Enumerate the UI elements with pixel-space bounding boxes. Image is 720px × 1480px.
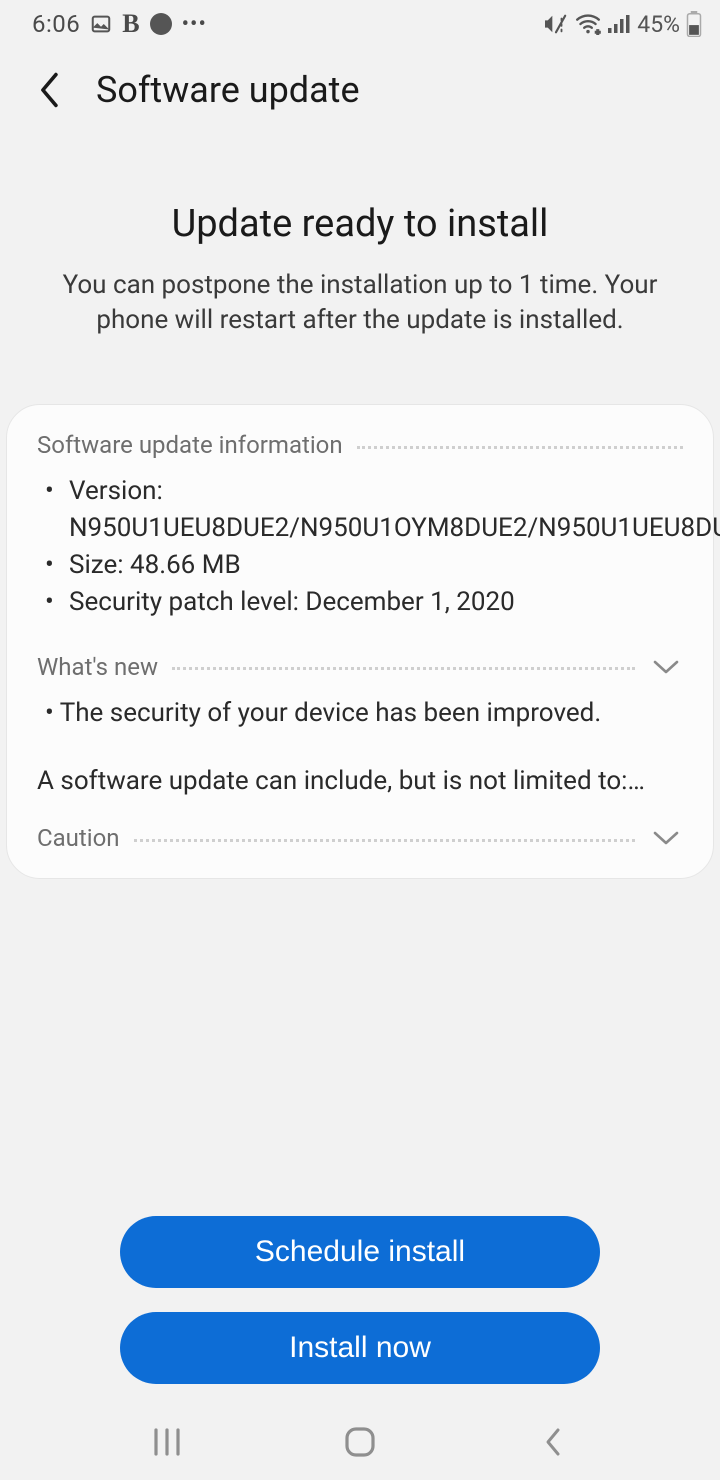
caution-heading: Caution [37, 824, 120, 852]
b-app-icon: B [122, 9, 139, 39]
more-notifications-icon: ••• [182, 12, 207, 37]
round-app-icon [150, 13, 172, 35]
info-size: Size: 48.66 MB [45, 547, 683, 584]
info-patch: Security patch level: December 1, 2020 [45, 584, 683, 621]
chevron-left-icon [541, 1426, 565, 1458]
status-time: 6:06 [32, 10, 80, 38]
whatsnew-expand-button[interactable] [649, 653, 683, 681]
nav-back-button[interactable] [513, 1417, 593, 1467]
info-heading: Software update information [37, 431, 343, 459]
info-version: Version: N950U1UEU8DUE2/N950U1OYM8DUE2/N… [45, 473, 683, 547]
svg-text:+: + [596, 28, 600, 35]
recents-icon [150, 1427, 184, 1457]
nav-home-button[interactable] [320, 1417, 400, 1467]
info-bullets: Version: N950U1UEU8DUE2/N950U1OYM8DUE2/N… [37, 473, 683, 635]
caution-section-header: Caution [37, 824, 683, 852]
whatsnew-body: • The security of your device has been i… [37, 695, 683, 800]
whatsnew-bullet: • The security of your device has been i… [37, 695, 683, 733]
chevron-down-icon [651, 657, 681, 677]
battery-icon [686, 11, 702, 37]
chevron-left-icon [37, 71, 63, 109]
schedule-install-button[interactable]: Schedule install [120, 1216, 600, 1288]
battery-percent: 45% [637, 11, 680, 38]
hero-title: Update ready to install [50, 202, 670, 246]
signal-icon [607, 13, 631, 35]
wifi-icon: + [575, 13, 601, 35]
status-bar: 6:06 B ••• + 45% [0, 0, 720, 48]
dotline [357, 446, 683, 449]
bottom-actions: Schedule install Install now [0, 1216, 720, 1384]
app-bar: Software update [0, 48, 720, 124]
whatsnew-trail: A software update can include, but is no… [37, 763, 683, 801]
hero: Update ready to install You can postpone… [0, 124, 720, 378]
android-nav-bar [0, 1404, 720, 1480]
nav-recents-button[interactable] [127, 1417, 207, 1467]
hero-subtitle: You can postpone the installation up to … [50, 268, 670, 338]
dotline [172, 667, 635, 670]
image-icon [90, 13, 112, 35]
whatsnew-section-header: What's new [37, 653, 683, 681]
chevron-down-icon [651, 828, 681, 848]
install-now-button[interactable]: Install now [120, 1312, 600, 1384]
dotline [134, 839, 635, 842]
home-icon [343, 1425, 377, 1459]
whatsnew-heading: What's new [37, 653, 158, 681]
caution-expand-button[interactable] [649, 824, 683, 852]
page-title: Software update [96, 69, 360, 111]
info-section-header: Software update information [37, 431, 683, 459]
mute-vibrate-icon [543, 13, 569, 35]
back-button[interactable] [26, 66, 74, 114]
update-card: Software update information Version: N95… [6, 404, 714, 879]
